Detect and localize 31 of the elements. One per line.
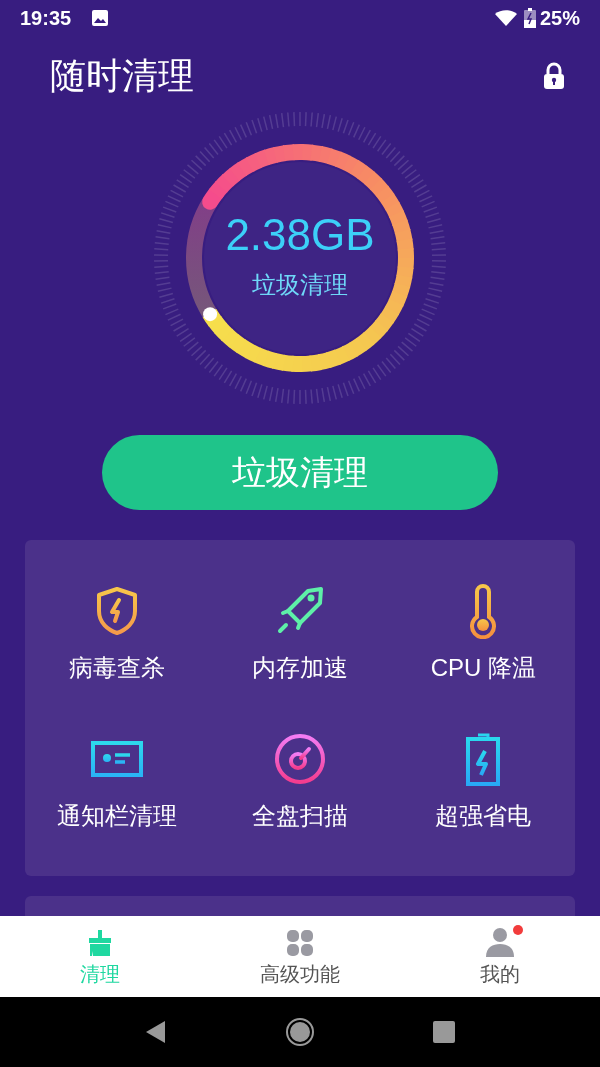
tool-tile[interactable]: 通知栏清理 <box>56 729 177 834</box>
wifi-icon <box>493 8 518 27</box>
image-icon <box>91 8 110 27</box>
clock: 19:35 <box>20 5 72 31</box>
broom-icon <box>87 928 113 957</box>
tool-label: CPU 降温 <box>430 652 536 683</box>
junk-size: 2.38GB <box>225 213 375 258</box>
recents-icon[interactable] <box>433 1021 455 1044</box>
tool-label: 病毒查杀 <box>68 652 165 683</box>
app-title: 随时清理 <box>50 53 194 98</box>
tool-label: 通知栏清理 <box>56 800 177 831</box>
battery-status-icon <box>523 7 536 28</box>
tool-label: 内存加速 <box>252 652 348 683</box>
nav-tab[interactable]: 高级功能 <box>200 915 400 998</box>
lock-icon[interactable] <box>542 61 566 90</box>
person-icon <box>485 926 515 957</box>
tool-tile[interactable]: 病毒查杀 <box>68 581 165 686</box>
tool-tile[interactable]: 全盘扫描 <box>252 729 348 834</box>
tool-tile[interactable]: 内存加速 <box>252 581 348 686</box>
grid-icon <box>286 928 314 957</box>
back-icon[interactable] <box>145 1020 167 1045</box>
id-card-icon <box>89 739 144 778</box>
battery-percentage: 25% <box>539 5 580 31</box>
tool-tile[interactable]: 超强省电 <box>435 729 532 834</box>
nav-tab[interactable]: 我的 <box>400 915 600 998</box>
tool-label: 全盘扫描 <box>252 800 348 831</box>
gauge-icon <box>274 732 326 785</box>
home-icon[interactable] <box>285 1017 315 1048</box>
gauge-label: 垃圾清理 <box>252 270 348 301</box>
tool-label: 超强省电 <box>435 800 532 831</box>
tool-tile[interactable]: CPU 降温 <box>430 581 536 686</box>
